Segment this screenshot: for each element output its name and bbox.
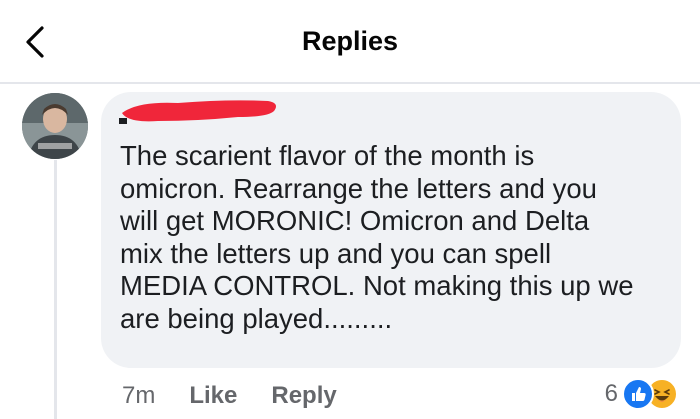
author-name-fragment: [119, 118, 127, 124]
comment-bubble: The scarient flavor of the month is omic…: [101, 92, 681, 368]
name-redaction-scribble: [122, 100, 276, 122]
comment-thread: The scarient flavor of the month is omic…: [0, 84, 700, 419]
comment-actions: 7m Like Reply: [122, 381, 371, 411]
avatar-image: [22, 93, 88, 159]
comment-timestamp: 7m: [122, 382, 156, 409]
header-bar: Replies: [0, 0, 700, 84]
reply-button[interactable]: Reply: [271, 382, 336, 410]
like-button[interactable]: Like: [189, 382, 237, 410]
reaction-summary[interactable]: 6: [605, 378, 678, 410]
reaction-count: 6: [604, 380, 618, 407]
comment-text: The scarient flavor of the month is omic…: [120, 140, 634, 334]
avatar[interactable]: [22, 93, 88, 159]
page-title: Replies: [301, 26, 399, 56]
like-icon: [622, 378, 654, 410]
thread-line: [54, 160, 57, 419]
replies-screen: Replies The scarient flavor of the month…: [0, 0, 700, 419]
